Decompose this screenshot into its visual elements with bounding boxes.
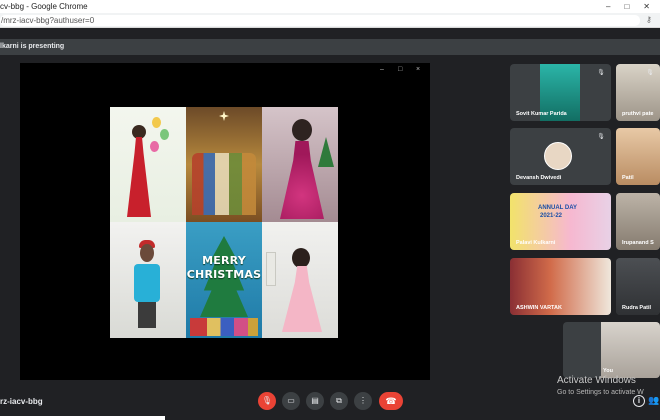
hang-up-button[interactable]: ☎ xyxy=(379,392,403,410)
stage-minimize-icon[interactable]: – xyxy=(380,66,384,73)
balloon-icon xyxy=(160,129,169,140)
present-button[interactable]: ⧉ xyxy=(330,392,348,410)
annual-day-year: 2021-22 xyxy=(540,213,563,219)
participant-name: Rudra Patil xyxy=(622,305,652,311)
participant-name: Palavi Kulkarni xyxy=(516,240,556,246)
info-icon[interactable]: i xyxy=(633,395,645,407)
merry-christmas-text: MERRY CHRISTMAS xyxy=(186,254,262,281)
blue-shirt xyxy=(134,264,160,302)
photo-girl-pink-dress xyxy=(262,107,338,222)
window-title: cv-bbg - Google Chrome xyxy=(0,2,88,11)
child-figure xyxy=(132,125,146,139)
activate-windows-watermark: Activate Windows xyxy=(557,375,636,386)
trousers xyxy=(138,302,156,328)
taskbar-highlight xyxy=(0,416,165,420)
close-icon[interactable]: ✕ xyxy=(643,0,650,13)
activate-windows-subtext: Go to Settings to activate W xyxy=(557,389,644,396)
christmas-collage: MERRY CHRISTMAS xyxy=(110,107,338,338)
participant-name: Devansh Dwivedi xyxy=(516,175,562,181)
browser-titlebar: cv-bbg - Google Chrome – □ ✕ xyxy=(0,0,660,13)
more-options-button[interactable]: ⋮ xyxy=(354,392,372,410)
participant-tile[interactable]: 🎙 Sovit Kumar Parida xyxy=(510,64,611,121)
participant-tile[interactable]: Rudra Patil xyxy=(616,258,660,315)
self-view-tile[interactable]: You xyxy=(563,322,660,378)
avatar xyxy=(544,142,572,170)
captions-button[interactable]: ▤ xyxy=(306,392,324,410)
participant-tile[interactable]: 🎙 Devansh Dwivedi xyxy=(510,128,611,185)
maximize-icon[interactable]: □ xyxy=(624,0,629,13)
mic-off-icon: 🎙 xyxy=(646,70,654,76)
gifts xyxy=(190,318,258,336)
photo-nativity xyxy=(186,107,262,222)
participant-name: Irupanand S xyxy=(622,240,654,246)
mic-off-button[interactable]: 🎙 xyxy=(258,392,276,410)
participant-name: pruthvi pate xyxy=(622,111,654,117)
mic-off-icon: 🎙 xyxy=(597,134,605,140)
stage-close-icon[interactable]: × xyxy=(416,66,420,73)
participant-name: Sovit Kumar Parida xyxy=(516,111,567,117)
participant-tile[interactable]: Irupanand S xyxy=(616,193,660,250)
child-figure xyxy=(140,244,154,262)
minimize-icon[interactable]: – xyxy=(606,0,610,13)
address-bar: /mrz-iacv-bbg?authuser=0 ⚷ xyxy=(0,13,660,28)
participant-tile[interactable]: ASHWIN VARTAK xyxy=(510,258,611,315)
window-controls: – □ ✕ xyxy=(606,0,660,13)
mic-off-icon: 🎙 xyxy=(597,70,605,76)
star-icon xyxy=(219,111,229,121)
participant-name: You xyxy=(603,368,613,374)
participant-name: Patil xyxy=(622,175,634,181)
child-figure xyxy=(292,248,310,268)
annual-day-title: ANNUAL DAY xyxy=(538,205,578,211)
nativity-figures xyxy=(192,153,256,215)
photo-boy-blue xyxy=(110,222,186,338)
participant-tile[interactable]: 🎙 pruthvi pate xyxy=(616,64,660,121)
candle-icon xyxy=(266,252,276,286)
key-icon[interactable]: ⚷ xyxy=(646,15,656,25)
photo-girl-red-dress xyxy=(110,107,186,222)
stage-maximize-icon[interactable]: □ xyxy=(398,66,402,73)
camera-button[interactable]: ▭ xyxy=(282,392,300,410)
balloon-icon xyxy=(152,117,161,128)
tree-icon xyxy=(318,137,334,167)
people-icon[interactable]: 👥 xyxy=(648,395,659,406)
white-dress xyxy=(282,266,322,332)
presenting-banner: lkarni is presenting xyxy=(0,39,660,55)
participant-tile[interactable]: Patil xyxy=(616,128,660,185)
participant-tile[interactable]: ANNUAL DAY 2021-22 Palavi Kulkarni xyxy=(510,193,611,250)
balloon-icon xyxy=(150,141,159,152)
photo-girl-white-dress xyxy=(262,222,338,338)
url-field[interactable]: /mrz-iacv-bbg?authuser=0 xyxy=(0,15,640,26)
pink-dress xyxy=(280,141,324,219)
meeting-code: rz-iacv-bbg xyxy=(0,397,43,406)
child-figure xyxy=(292,119,312,141)
participant-name: ASHWIN VARTAK xyxy=(516,305,562,311)
photo-merry-christmas: MERRY CHRISTMAS xyxy=(186,222,262,338)
